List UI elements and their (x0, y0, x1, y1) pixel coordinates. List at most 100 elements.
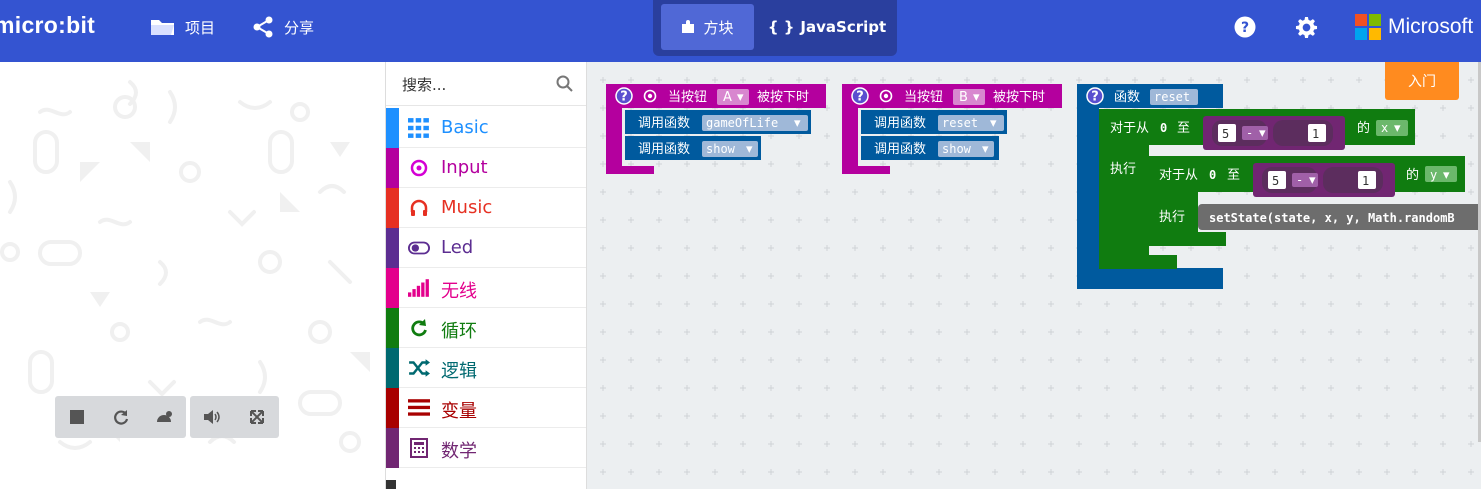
fullscreen-button[interactable] (235, 396, 279, 438)
svg-text:▾: ▾ (1259, 126, 1266, 141)
fullscreen-icon (249, 410, 264, 424)
simulator-pane (0, 62, 385, 489)
svg-text:show: show (942, 142, 972, 156)
svg-text:被按下时: 被按下时 (993, 90, 1045, 105)
category-logic[interactable]: 逻辑 (386, 348, 586, 388)
call-show-block[interactable]: 调用函数 show ▾ (625, 136, 761, 160)
slowmo-button[interactable] (142, 396, 186, 438)
svg-text:执行: 执行 (1159, 210, 1185, 225)
svg-text:调用函数: 调用函数 (638, 142, 690, 157)
svg-text:调用函数: 调用函数 (638, 116, 690, 131)
list-icon (408, 399, 430, 416)
svg-text:-: - (1296, 173, 1303, 187)
javascript-mode-button[interactable]: { } JavaScript (763, 4, 891, 50)
editor-mode-toggle: 方块 { } JavaScript (653, 0, 897, 56)
svg-text:函数: 函数 (1114, 90, 1140, 105)
svg-text:?: ? (1241, 20, 1249, 36)
microbit-logo[interactable]: micro:bit (0, 12, 95, 39)
svg-text:gameOfLife: gameOfLife (706, 116, 778, 130)
subtract-block[interactable]: 5 - ▾ 1 (1203, 116, 1345, 150)
help-icon: ? (1091, 90, 1099, 105)
svg-text:▾: ▾ (973, 90, 980, 105)
mute-button[interactable] (190, 396, 234, 438)
category-loops[interactable]: 循环 (386, 308, 586, 348)
stop-button[interactable] (55, 396, 99, 438)
category-math[interactable]: 数学 (386, 428, 586, 468)
blocks-workspace[interactable]: ? 当按钮 A ▾ 被按下时 调用函数 gameOfLife ▾ 调用函数 sh… (587, 62, 1481, 489)
svg-text:▾: ▾ (1443, 168, 1450, 183)
folder-icon (151, 20, 174, 35)
svg-text:▾: ▾ (1309, 173, 1316, 188)
svg-text:的: 的 (1357, 120, 1370, 136)
share-icon (253, 16, 273, 38)
svg-text:▾: ▾ (982, 142, 989, 157)
subtract-block[interactable]: 5 - ▾ 1 (1253, 163, 1395, 197)
puzzle-icon (682, 20, 695, 33)
call-reset-block[interactable]: 调用函数 reset ▾ (861, 110, 1007, 134)
slowmo-icon (157, 411, 173, 422)
svg-text:对于从: 对于从 (1159, 168, 1198, 183)
search-input[interactable]: 搜索... (402, 74, 446, 95)
svg-text:1: 1 (1312, 127, 1319, 141)
toggle-icon (408, 241, 430, 255)
top-bar: micro:bit 项目 分享 方块 { } JavaScript ? Micr… (0, 0, 1481, 62)
svg-text:调用函数: 调用函数 (874, 116, 926, 131)
svg-text:调用函数: 调用函数 (874, 142, 926, 157)
svg-text:▾: ▾ (794, 116, 801, 131)
microsoft-brand[interactable]: Microsoft (1355, 14, 1473, 40)
svg-text:5: 5 (1222, 127, 1229, 141)
help-icon: ? (620, 90, 628, 105)
category-variables[interactable]: 变量 (386, 388, 586, 428)
stop-icon (69, 410, 84, 424)
projects-button[interactable]: 项目 (150, 15, 215, 39)
simulator-audio-controls (190, 396, 279, 438)
category-input[interactable]: Input (386, 148, 586, 188)
setstate-call-block[interactable]: setState(state, x, y, Math.randomB (1198, 204, 1481, 230)
svg-text:1: 1 (1362, 174, 1369, 188)
blocks-mode-button[interactable]: 方块 (661, 4, 754, 50)
simulator-controls (55, 396, 186, 438)
calculator-icon (410, 438, 428, 458)
svg-text:reset: reset (942, 116, 978, 130)
restart-button[interactable] (99, 396, 143, 438)
category-music[interactable]: Music (386, 188, 586, 228)
mute-icon (204, 410, 220, 424)
grid-icon (408, 118, 429, 138)
toolbox-search[interactable]: 搜索... (386, 62, 586, 106)
share-button[interactable]: 分享 (252, 15, 314, 39)
category-led[interactable]: Led (386, 228, 586, 268)
get-started-button[interactable]: 入门 (1385, 62, 1459, 100)
svg-text:y: y (1430, 168, 1437, 182)
refresh-icon (411, 319, 427, 337)
toolbox: 搜索... Basic Input Music Led 无线 循环 逻辑 变量 … (385, 62, 587, 489)
category-basic[interactable]: Basic (386, 108, 586, 148)
svg-text:至: 至 (1227, 168, 1240, 183)
help-icon[interactable]: ? (1234, 16, 1256, 38)
svg-text:setState(state, x, y, Math.ran: setState(state, x, y, Math.randomB (1209, 211, 1455, 225)
svg-text:0: 0 (1160, 121, 1167, 135)
svg-text:0: 0 (1209, 168, 1216, 182)
svg-text:show: show (706, 142, 736, 156)
svg-text:执行: 执行 (1110, 162, 1136, 177)
svg-text:对于从: 对于从 (1110, 121, 1149, 136)
headphones-icon (410, 199, 428, 216)
svg-text:B: B (959, 90, 968, 105)
signal-icon (408, 279, 429, 297)
svg-text:▾: ▾ (746, 142, 753, 157)
svg-text:▾: ▾ (737, 90, 744, 105)
svg-text:至: 至 (1177, 121, 1190, 136)
microsoft-logo (1355, 14, 1381, 40)
svg-text:当按钮: 当按钮 (668, 90, 707, 105)
svg-text:-: - (1246, 126, 1253, 140)
svg-text:▾: ▾ (990, 116, 997, 131)
call-show-block[interactable]: 调用函数 show ▾ (861, 136, 999, 160)
help-icon: ? (856, 90, 864, 105)
svg-text:的: 的 (1406, 167, 1419, 183)
svg-text:5: 5 (1272, 174, 1279, 188)
search-icon[interactable] (556, 75, 573, 92)
category-radio[interactable]: 无线 (386, 268, 586, 308)
target-icon (410, 159, 428, 177)
gear-icon[interactable] (1295, 16, 1318, 39)
svg-text:▾: ▾ (1394, 121, 1401, 136)
call-gameoflife-block[interactable]: 调用函数 gameOfLife ▾ (625, 110, 811, 134)
